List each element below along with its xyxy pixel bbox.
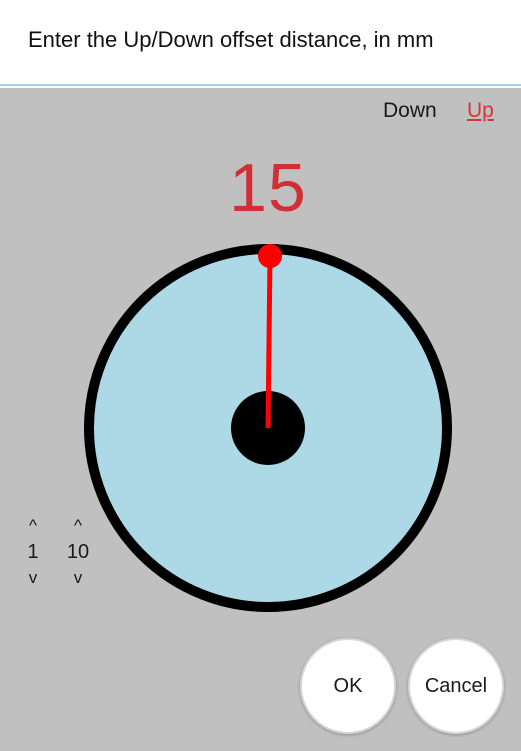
dial-face[interactable]: [84, 244, 452, 612]
stepper-tens-label: 10: [66, 541, 90, 563]
stepper-ones: ^ 1 v: [22, 515, 44, 589]
direction-down-toggle[interactable]: Down: [383, 99, 437, 123]
stepper-tens: ^ 10 v: [60, 515, 96, 589]
ok-button[interactable]: OK: [300, 638, 396, 734]
title-bar: Enter the Up/Down offset distance, in mm: [0, 0, 521, 86]
offset-dialog-window: Enter the Up/Down offset distance, in mm…: [0, 0, 521, 751]
cancel-button[interactable]: Cancel: [408, 638, 504, 734]
window-title: Enter the Up/Down offset distance, in mm: [28, 27, 434, 52]
stepper-ones-decrement[interactable]: v: [22, 567, 44, 589]
offset-value-readout: 15: [229, 150, 307, 226]
stepper-tens-decrement[interactable]: v: [60, 567, 96, 589]
dial-needle-handle[interactable]: [258, 244, 282, 268]
direction-up-toggle[interactable]: Up: [467, 99, 494, 123]
stepper-ones-increment[interactable]: ^: [22, 515, 44, 537]
stepper-tens-increment[interactable]: ^: [60, 515, 96, 537]
stepper-ones-label: 1: [27, 541, 39, 563]
